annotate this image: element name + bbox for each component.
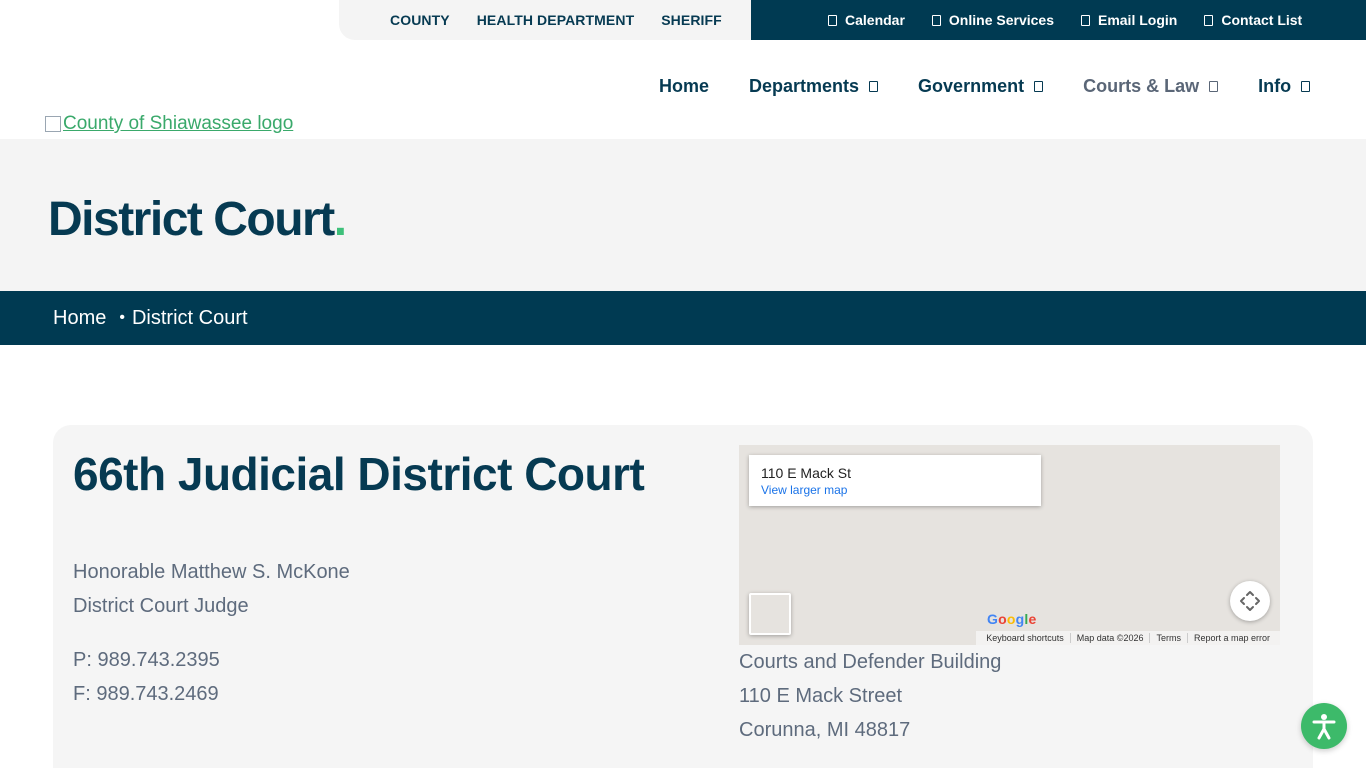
phone-number: P: 989.743.2395 [73,649,220,671]
site-link-county[interactable]: COUNTY [390,12,450,28]
dropdown-icon [1301,81,1311,92]
court-location: Courts and Defender Building 110 E Mack … [739,645,1001,747]
nav-info-label: Info [1258,76,1292,96]
map-camera-control[interactable] [1230,581,1270,621]
page-title: District Court. [48,192,347,247]
map-data-credit: Map data ©2026 [1069,633,1150,643]
breadcrumb: Home • District Court [0,291,1366,345]
nav-departments[interactable]: Departments [749,76,879,97]
online-services-link[interactable]: Online Services [931,12,1054,28]
breadcrumb-current: District Court [131,306,248,329]
online-services-icon [931,14,941,26]
page-title-text: District Court [48,193,335,246]
city-state-zip: Corunna, MI 48817 [739,719,911,741]
map-type-toggle[interactable] [749,593,791,635]
nav-home[interactable]: Home [659,76,709,97]
accessibility-icon [1312,714,1336,740]
email-login-label: Email Login [1097,12,1178,28]
street-address: 110 E Mack Street [739,685,903,707]
keyboard-shortcuts-link[interactable]: Keyboard shortcuts [980,633,1070,643]
court-info-card: 66th Judicial District Court Honorable M… [53,425,1313,768]
nav-government[interactable]: Government [918,76,1044,97]
judge-info: Honorable Matthew S. McKone District Cou… [73,555,350,623]
contact-list-label: Contact List [1221,12,1303,28]
dropdown-icon [1209,81,1219,92]
contact-list-link[interactable]: Contact List [1204,12,1302,28]
page-hero: District Court. [0,139,1366,291]
breadcrumb-home[interactable]: Home [53,307,106,330]
contact-numbers: P: 989.743.2395 F: 989.743.2469 [73,643,220,711]
site-logo[interactable]: County of Shiawassee logo [45,113,293,135]
map-terms-link[interactable]: Terms [1149,633,1187,643]
nav-departments-label: Departments [749,76,860,96]
google-logo: Google [987,611,1037,627]
logo-alt-text: County of Shiawassee logo [63,113,294,134]
move-arrows-icon [1240,591,1260,611]
building-name: Courts and Defender Building [739,651,1002,673]
map-address: 110 E Mack St [761,465,852,481]
judge-role: District Court Judge [73,595,249,617]
site-link-health-department[interactable]: HEALTH DEPARTMENT [477,12,635,28]
nav-courts-label: Courts & Law [1083,76,1200,96]
top-utility-bar: COUNTY HEALTH DEPARTMENT SHERIFF Calenda… [0,0,1366,40]
site-switcher: COUNTY HEALTH DEPARTMENT SHERIFF [339,0,751,40]
email-login-link[interactable]: Email Login [1080,12,1178,28]
map-footer: Keyboard shortcuts Map data ©2026 Terms … [976,631,1280,645]
broken-image-icon [45,116,61,132]
dropdown-icon [869,81,879,92]
report-map-error-link[interactable]: Report a map error [1186,633,1276,643]
main-navigation: Home Departments Government Courts & Law… [659,76,1311,97]
court-title: 66th Judicial District Court [73,448,645,500]
quick-links: Calendar Online Services Email Login Con… [751,0,1366,40]
title-accent-dot: . [333,193,347,246]
contact-list-icon [1204,14,1214,26]
accessibility-button[interactable] [1301,703,1347,749]
fax-number: F: 989.743.2469 [73,683,219,705]
nav-government-label: Government [918,76,1025,96]
nav-info[interactable]: Info [1258,76,1311,97]
nav-courts-law[interactable]: Courts & Law [1083,76,1219,97]
view-larger-map-link[interactable]: View larger map [761,483,1029,497]
calendar-icon [828,14,837,26]
calendar-label: Calendar [845,12,905,28]
email-icon [1080,14,1090,26]
online-services-label: Online Services [948,12,1054,28]
embedded-map[interactable]: 110 E Mack St View larger map Google Key… [739,445,1280,645]
site-link-sheriff[interactable]: SHERIFF [661,12,722,28]
calendar-link[interactable]: Calendar [828,12,905,28]
breadcrumb-separator: • [119,309,125,326]
map-place-card: 110 E Mack St View larger map [749,455,1041,506]
dropdown-icon [1034,81,1044,92]
judge-name: Honorable Matthew S. McKone [73,561,350,583]
